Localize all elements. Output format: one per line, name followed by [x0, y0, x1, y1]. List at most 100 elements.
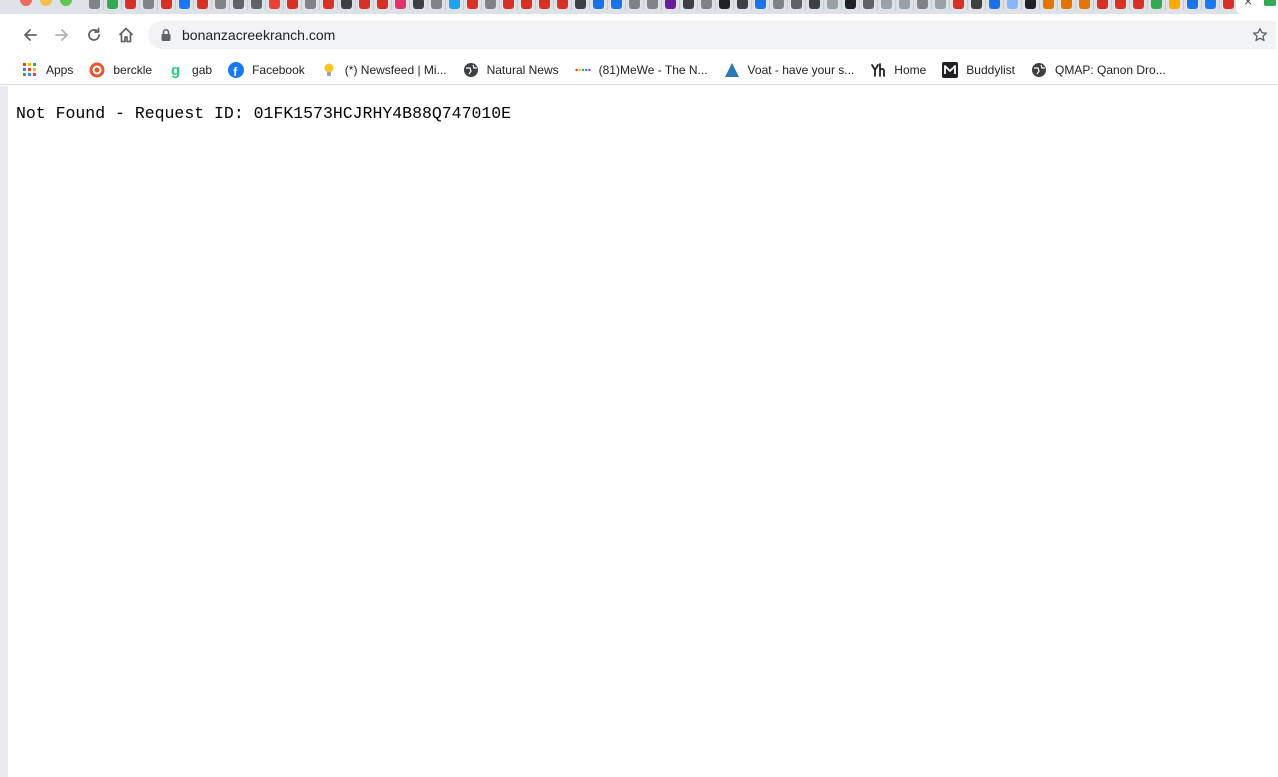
window-zoom-button[interactable] — [60, 0, 72, 6]
yh-logo-icon — [870, 62, 886, 78]
pinned-tab[interactable] — [698, 0, 716, 10]
pinned-tab[interactable] — [482, 0, 500, 10]
pinned-tab[interactable] — [374, 0, 392, 10]
mewe-dots-icon — [574, 62, 591, 78]
pinned-tab[interactable] — [626, 0, 644, 10]
pinned-tab[interactable] — [1076, 0, 1094, 10]
pinned-tab[interactable] — [680, 0, 698, 10]
pinned-tab[interactable] — [914, 0, 932, 10]
pinned-tab[interactable] — [302, 0, 320, 10]
bookmark-facebook[interactable]: f Facebook — [226, 58, 311, 82]
pinned-tab[interactable] — [392, 0, 410, 10]
tab-favicon-icon — [377, 0, 388, 9]
bookmark-81-mewe-the-n[interactable]: (81)MeWe - The N... — [573, 58, 714, 82]
pinned-tab[interactable] — [500, 0, 518, 10]
tab-close-icon[interactable]: × — [1244, 0, 1252, 8]
pinned-tab[interactable] — [860, 0, 878, 10]
bookmark-gab[interactable]: g gab — [166, 58, 218, 82]
pinned-tab[interactable] — [464, 0, 482, 10]
pinned-tab[interactable] — [770, 0, 788, 10]
pinned-tab[interactable] — [842, 0, 860, 10]
bookmark-label: Buddylist — [966, 63, 1015, 77]
pinned-tab[interactable] — [572, 0, 590, 10]
pinned-tab[interactable] — [554, 0, 572, 10]
pinned-tab[interactable] — [284, 0, 302, 10]
pinned-tab[interactable] — [932, 0, 950, 10]
pinned-tab[interactable] — [410, 0, 428, 10]
window-close-button[interactable] — [20, 0, 32, 6]
pinned-tab[interactable] — [536, 0, 554, 10]
tab-favicon-icon — [341, 0, 352, 9]
pinned-tab[interactable] — [194, 0, 212, 10]
pinned-tab[interactable] — [590, 0, 608, 10]
buddylist-icon — [942, 62, 959, 78]
pinned-tab[interactable] — [716, 0, 734, 10]
pinned-tab[interactable] — [788, 0, 806, 10]
pinned-tab[interactable] — [104, 0, 122, 10]
active-tab[interactable]: × — [1236, 0, 1278, 14]
bookmark-qmap-qanon-dro[interactable]: QMAP: Qanon Dro... — [1029, 58, 1172, 82]
bookmark-apps[interactable]: Apps — [20, 58, 79, 82]
bookmark-voat-have-your-s[interactable]: Voat - have your s... — [722, 58, 861, 82]
pinned-tab[interactable] — [122, 0, 140, 10]
pinned-tab[interactable] — [338, 0, 356, 10]
pinned-tab[interactable] — [1022, 0, 1040, 10]
bookmark-buddylist[interactable]: Buddylist — [940, 58, 1021, 82]
pinned-tab[interactable] — [896, 0, 914, 10]
tab-strip: × — [0, 0, 1278, 14]
tab-favicon-icon — [215, 0, 226, 9]
tab-favicon-icon — [557, 0, 568, 9]
reload-icon — [88, 27, 100, 41]
pinned-tab[interactable] — [356, 0, 374, 10]
pinned-tab[interactable] — [1112, 0, 1130, 10]
pinned-tab[interactable] — [1040, 0, 1058, 10]
tab-favicon-icon — [179, 0, 190, 9]
reload-button[interactable] — [80, 21, 108, 49]
pinned-tab[interactable] — [806, 0, 824, 10]
pinned-tab[interactable] — [320, 0, 338, 10]
pinned-tab[interactable] — [1058, 0, 1076, 10]
tab-favicon-icon — [431, 0, 442, 9]
pinned-tab[interactable] — [1184, 0, 1202, 10]
pinned-tab[interactable] — [950, 0, 968, 10]
tab-favicon-icon — [575, 0, 586, 9]
forward-button[interactable] — [48, 21, 76, 49]
pinned-tab[interactable] — [140, 0, 158, 10]
pinned-tab[interactable] — [1004, 0, 1022, 10]
tab-favicon-icon — [917, 0, 928, 9]
pinned-tab[interactable] — [158, 0, 176, 10]
bookmark-home[interactable]: Home — [868, 58, 932, 82]
pinned-tab[interactable] — [1166, 0, 1184, 10]
pinned-tab[interactable] — [662, 0, 680, 10]
pinned-tab[interactable] — [752, 0, 770, 10]
pinned-tab[interactable] — [986, 0, 1004, 10]
pinned-tab[interactable] — [230, 0, 248, 10]
address-bar[interactable]: bonanzacreekranch.com — [148, 21, 1276, 49]
pinned-tab[interactable] — [734, 0, 752, 10]
pinned-tab[interactable] — [86, 0, 104, 10]
bookmark-newsfeed-mi[interactable]: (*) Newsfeed | Mi... — [319, 58, 453, 82]
home-button[interactable] — [112, 21, 140, 49]
pinned-tab[interactable] — [1130, 0, 1148, 10]
pinned-tab[interactable] — [212, 0, 230, 10]
pinned-tab[interactable] — [248, 0, 266, 10]
pinned-tab[interactable] — [1094, 0, 1112, 10]
bookmark-natural-news[interactable]: Natural News — [461, 58, 565, 82]
pinned-tab[interactable] — [518, 0, 536, 10]
bookmark-star-button[interactable] — [1250, 25, 1270, 45]
pinned-tab[interactable] — [266, 0, 284, 10]
pinned-tab[interactable] — [608, 0, 626, 10]
pinned-tab[interactable] — [644, 0, 662, 10]
pinned-tab[interactable] — [878, 0, 896, 10]
pinned-tab[interactable] — [1148, 0, 1166, 10]
pinned-tab[interactable] — [824, 0, 842, 10]
pinned-tab[interactable] — [1202, 0, 1220, 10]
pinned-tab[interactable] — [968, 0, 986, 10]
back-button[interactable] — [16, 21, 44, 49]
pinned-tab[interactable] — [428, 0, 446, 10]
window-left-edge — [0, 86, 8, 777]
pinned-tab[interactable] — [176, 0, 194, 10]
bookmark-berckle[interactable]: berckle — [87, 58, 158, 82]
pinned-tab[interactable] — [446, 0, 464, 10]
window-minimize-button[interactable] — [40, 0, 52, 6]
